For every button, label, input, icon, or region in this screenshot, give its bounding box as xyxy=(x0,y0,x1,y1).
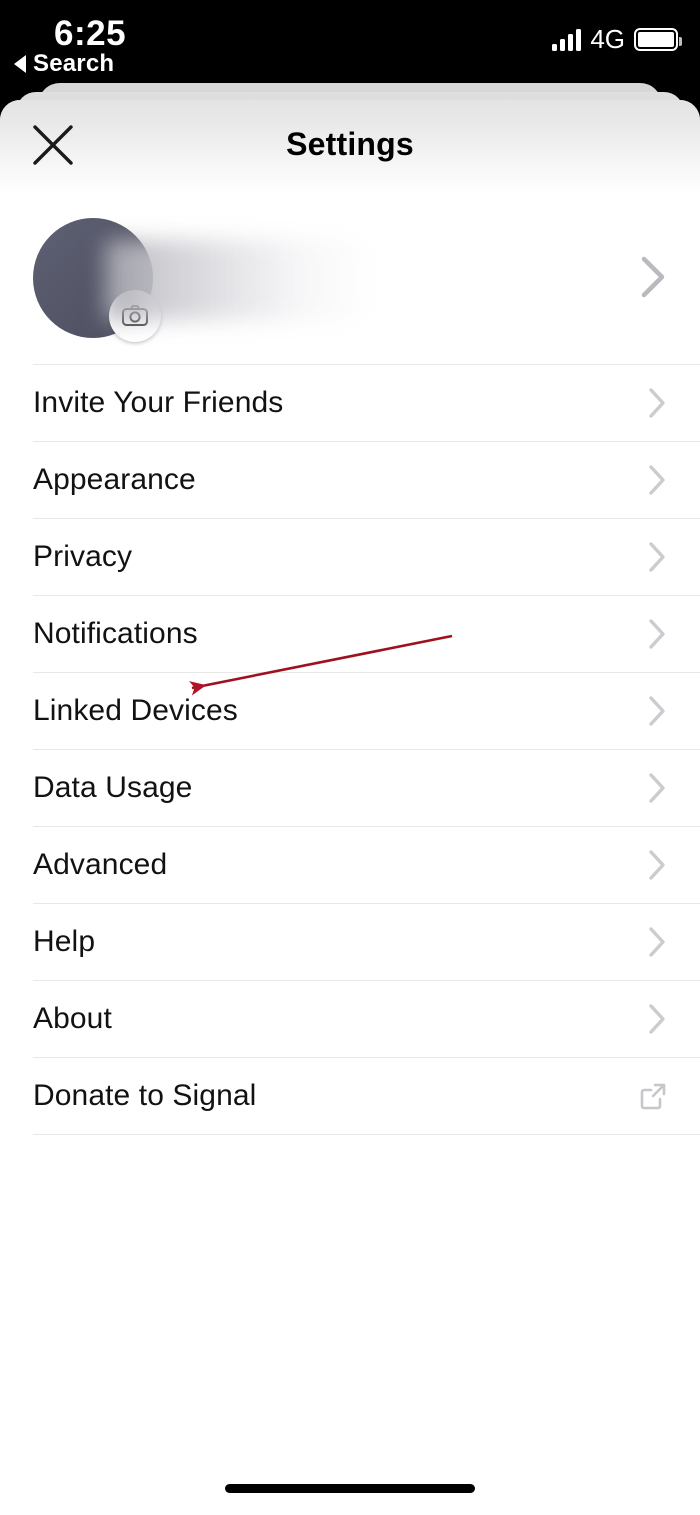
chevron-right-icon xyxy=(646,539,668,575)
row-label: Appearance xyxy=(33,463,196,496)
home-indicator-bar xyxy=(225,1484,475,1493)
chevron-right-icon xyxy=(646,1001,668,1037)
chevron-right-icon xyxy=(646,770,668,806)
settings-row-appearance[interactable]: Appearance xyxy=(0,442,700,518)
avatar xyxy=(33,218,161,342)
navigation-bar: Settings xyxy=(0,100,700,194)
chevron-right-icon xyxy=(646,385,668,421)
signal-bars-icon xyxy=(552,28,582,51)
row-label: Privacy xyxy=(33,540,133,573)
chevron-right-icon xyxy=(646,924,668,960)
settings-row-about[interactable]: About xyxy=(0,981,700,1057)
profile-identity xyxy=(160,240,390,248)
status-indicators: 4G xyxy=(552,24,682,54)
external-link-icon xyxy=(638,1081,668,1111)
row-label: Notifications xyxy=(33,617,198,650)
settings-row-help[interactable]: Help xyxy=(0,904,700,980)
row-label: Linked Devices xyxy=(33,694,238,727)
settings-row-data-usage[interactable]: Data Usage xyxy=(0,750,700,826)
settings-row-donate-to-signal[interactable]: Donate to Signal xyxy=(0,1058,700,1134)
divider xyxy=(33,1134,700,1135)
settings-row-notifications[interactable]: Notifications xyxy=(0,596,700,672)
battery-full-icon xyxy=(634,28,682,51)
profile-chevron xyxy=(636,251,670,308)
settings-row-linked-devices[interactable]: Linked Devices xyxy=(0,673,700,749)
chevron-right-icon xyxy=(641,256,665,298)
chevron-right-icon xyxy=(646,847,668,883)
phone-screen: 6:25 4G Search Settings Invite Your Frie… xyxy=(0,0,700,1515)
settings-row-invite-your-friends[interactable]: Invite Your Friends xyxy=(0,365,700,441)
triangle-left-icon xyxy=(14,55,26,73)
network-type-label: 4G xyxy=(590,24,625,54)
page-title: Settings xyxy=(286,126,414,162)
back-label: Search xyxy=(33,50,115,77)
row-label: Donate to Signal xyxy=(33,1079,257,1112)
chevron-right-icon xyxy=(646,616,668,652)
row-label: Help xyxy=(33,925,96,958)
settings-row-advanced[interactable]: Advanced xyxy=(0,827,700,903)
row-label: Invite Your Friends xyxy=(33,386,284,419)
profile-row[interactable] xyxy=(0,194,700,364)
row-label: About xyxy=(33,1002,112,1035)
chevron-right-icon xyxy=(646,693,668,729)
back-to-search-link[interactable]: Search xyxy=(14,50,114,78)
chevron-right-icon xyxy=(646,462,668,498)
status-time: 6:25 xyxy=(54,14,127,53)
row-label: Advanced xyxy=(33,848,168,881)
settings-sheet: Settings Invite Your Friends Appearance … xyxy=(0,100,700,1515)
settings-list: Invite Your Friends Appearance Privacy N… xyxy=(0,365,700,1135)
settings-row-privacy[interactable]: Privacy xyxy=(0,519,700,595)
camera-icon xyxy=(122,305,148,326)
row-label: Data Usage xyxy=(33,771,193,804)
camera-badge[interactable] xyxy=(109,290,161,342)
